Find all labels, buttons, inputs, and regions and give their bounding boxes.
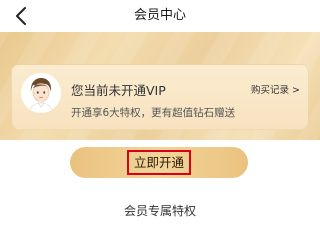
user-avatar-icon [21, 73, 61, 113]
open-now-button[interactable]: 立即开通 [70, 147, 248, 178]
vip-status-title: 您当前未开通VIP [71, 83, 166, 98]
top-nav-bar: 会员中心 [0, 0, 320, 32]
vip-status-subtitle: 开通享6大特权，更有超值钻石赠送 [71, 107, 236, 119]
vip-status-card: 您当前未开通VIP 开通享6大特权，更有超值钻石赠送 购买记录 > [11, 64, 309, 130]
page-title: 会员中心 [133, 8, 186, 23]
exclusive-privileges-heading: 会员专属特权 [123, 204, 196, 218]
purchase-record-link[interactable]: 购买记录 > [251, 82, 300, 96]
open-now-button-label[interactable]: 立即开通 [127, 150, 191, 175]
